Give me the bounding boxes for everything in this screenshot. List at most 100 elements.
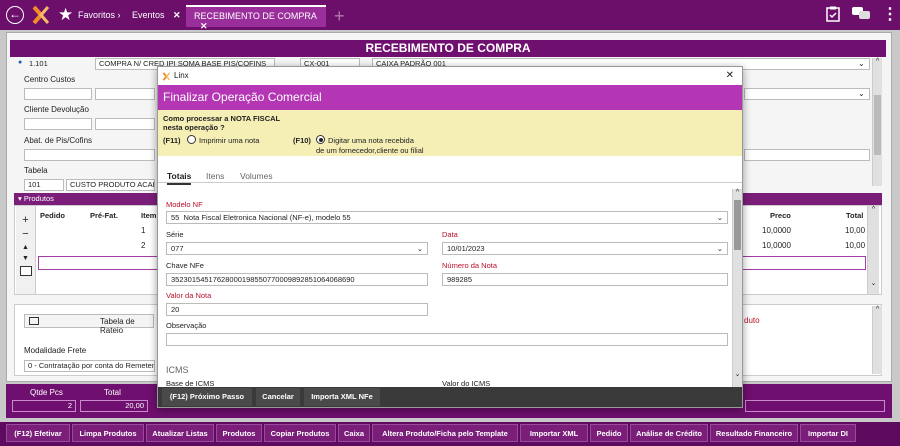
move-down-icon[interactable]: ▼ [16, 255, 35, 262]
produtos-scrollbar[interactable]: ^ ⌄ [867, 206, 879, 294]
limpa-produtos-button[interactable]: Limpa Produtos [72, 424, 144, 442]
opt2-key: (F10) [293, 136, 311, 145]
close-icon[interactable]: ✕ [726, 67, 734, 85]
importa-xml-button[interactable]: Importa XML NFe [304, 388, 380, 406]
tab-itens[interactable]: Itens [206, 171, 224, 181]
analise-credito-button[interactable]: Análise de Crédito [630, 424, 708, 442]
produtos-header-label: Produtos [23, 194, 54, 203]
close-icon[interactable]: ✕ [200, 21, 208, 31]
digitar-radio[interactable] [316, 135, 325, 144]
row-1-total: 10,00 [845, 226, 866, 235]
column-pedido[interactable]: Pedido [40, 211, 65, 220]
centro-custos-code[interactable] [24, 88, 92, 100]
tabela-code[interactable]: 101 [24, 179, 64, 191]
tabela-rateio-button[interactable]: Tabela de Rateio [24, 314, 154, 335]
serie-value: 077 [171, 244, 184, 253]
centro-custos-name[interactable] [95, 88, 155, 100]
abat-field[interactable] [24, 149, 155, 161]
obs-field[interactable] [166, 333, 728, 346]
close-icon[interactable]: ✕ [173, 10, 181, 20]
modalidade-select[interactable]: 0 - Contratação por conta do Remetente (… [24, 360, 155, 372]
modelo-label: Modelo NF [166, 200, 203, 209]
column-preco[interactable]: Preco [770, 211, 791, 220]
scroll-thumb[interactable] [734, 200, 741, 250]
clipboard-icon[interactable] [826, 6, 840, 26]
main-scrollbar[interactable]: ^ [872, 58, 882, 186]
modelo-code: 55 [171, 213, 180, 222]
scroll-up-icon[interactable]: ^ [873, 58, 882, 65]
qtde-value: 2 [12, 400, 76, 412]
serie-select[interactable]: 077 ⌄ [166, 242, 428, 255]
chevron-down-icon: ⌄ [716, 213, 723, 222]
atualizar-listas-button[interactable]: Atualizar Listas [146, 424, 214, 442]
scroll-up-icon[interactable]: ^ [733, 189, 742, 196]
add-tab-icon[interactable]: + [334, 6, 345, 27]
remove-row-icon[interactable]: − [16, 228, 35, 240]
scroll-thumb[interactable] [874, 95, 881, 155]
data-field[interactable]: 10/01/2023 ⌄ [442, 242, 728, 255]
proximo-passo-button[interactable]: (F12) Próximo Passo [162, 388, 252, 406]
lower-scrollbar[interactable]: ^ [872, 306, 882, 374]
scroll-up-icon[interactable]: ^ [868, 206, 879, 213]
pedido-button[interactable]: Pedido [590, 424, 628, 442]
importar-di-button[interactable]: Importar DI [800, 424, 856, 442]
cliente-devolucao-code[interactable] [24, 118, 92, 130]
column-total[interactable]: Total [846, 211, 863, 220]
altera-produto-button[interactable]: Altera Produto/Ficha pelo Template [372, 424, 518, 442]
cliente-devolucao-name[interactable] [95, 118, 155, 130]
back-icon[interactable]: ← [6, 6, 24, 24]
dialog-titlebar: Linx ✕ [158, 67, 742, 85]
chevron-down-icon[interactable]: ⌄ [858, 89, 865, 98]
linx-logo [32, 5, 50, 25]
tabela-rateio-label: Tabela de Rateio [100, 317, 135, 335]
efetivar-button[interactable]: (F12) Efetivar [6, 424, 70, 442]
scroll-down-icon[interactable]: ⌄ [733, 370, 742, 378]
right-select[interactable] [744, 88, 870, 100]
cliente-devolucao-label: Cliente Devolução [24, 105, 89, 114]
resultado-financeiro-button[interactable]: Resultado Financeiro [710, 424, 798, 442]
chat-icon[interactable] [852, 6, 870, 24]
move-up-icon[interactable]: ▲ [16, 244, 35, 251]
row-2-item: 2 [141, 241, 146, 250]
tab-recebimento[interactable]: RECEBIMENTO DE COMPRA ✕ [186, 5, 326, 31]
add-row-icon[interactable]: + [16, 214, 35, 226]
produtos-button[interactable]: Produtos [216, 424, 262, 442]
tab-eventos[interactable]: Eventos ✕ [132, 8, 181, 22]
numero-field[interactable]: 989285 [442, 273, 728, 286]
modelo-select[interactable]: 55 Nota Fiscal Eletronica Nacional (NF-e… [166, 211, 728, 224]
dialog-scrollbar[interactable]: ^ ⌄ [732, 189, 742, 387]
caixa-button[interactable]: Caixa [338, 424, 370, 442]
copiar-produtos-button[interactable]: Copiar Produtos [264, 424, 336, 442]
row-2-preco: 10,0000 [762, 241, 791, 250]
tab-totais[interactable]: Totais [167, 171, 192, 185]
column-item[interactable]: Item [141, 211, 156, 220]
tab-recebimento-label: RECEBIMENTO DE COMPRA [194, 11, 317, 21]
more-icon[interactable]: ⋮ [882, 6, 898, 24]
valor-field[interactable]: 20 [166, 303, 428, 316]
column-prefat[interactable]: Pré-Fat. [90, 211, 118, 220]
grid-settings-icon[interactable] [19, 266, 32, 276]
chevron-down-icon[interactable]: ⌄ [858, 59, 865, 68]
tabela-label: Tabela [24, 166, 48, 175]
grid-toolbar: + − ▲ ▼ [16, 206, 36, 294]
total-label: Total [104, 388, 121, 397]
importar-xml-button[interactable]: Importar XML [520, 424, 588, 442]
icms-section-title: ICMS [166, 365, 189, 375]
chave-field[interactable]: 3523015451762800019855077000989285106406… [166, 273, 428, 286]
dialog-app-name: Linx [174, 71, 189, 80]
tab-favoritos[interactable]: Favoritos › [78, 8, 121, 22]
cancelar-button[interactable]: Cancelar [256, 388, 300, 406]
tabela-name[interactable]: CUSTO PRODUTO ACABADO [66, 179, 155, 191]
imprimir-radio[interactable] [187, 135, 196, 144]
opt1-label[interactable]: Imprimir uma nota [199, 136, 259, 145]
scroll-up-icon[interactable]: ^ [873, 306, 882, 313]
question-panel: Como processar a NOTA FISCAL nesta opera… [158, 110, 742, 156]
right-field[interactable] [744, 149, 870, 161]
valor-label: Valor da Nota [166, 291, 212, 300]
row-1-preco: 10,0000 [762, 226, 791, 235]
opt2-line-1[interactable]: Digitar uma nota recebida [328, 136, 414, 145]
scroll-down-icon[interactable]: ⌄ [868, 279, 879, 287]
tab-volumes[interactable]: Volumes [240, 171, 273, 181]
star-icon[interactable]: ★ [58, 5, 73, 25]
top-bar: ← ★ Favoritos › Eventos ✕ RECEBIMENTO DE… [0, 0, 900, 31]
